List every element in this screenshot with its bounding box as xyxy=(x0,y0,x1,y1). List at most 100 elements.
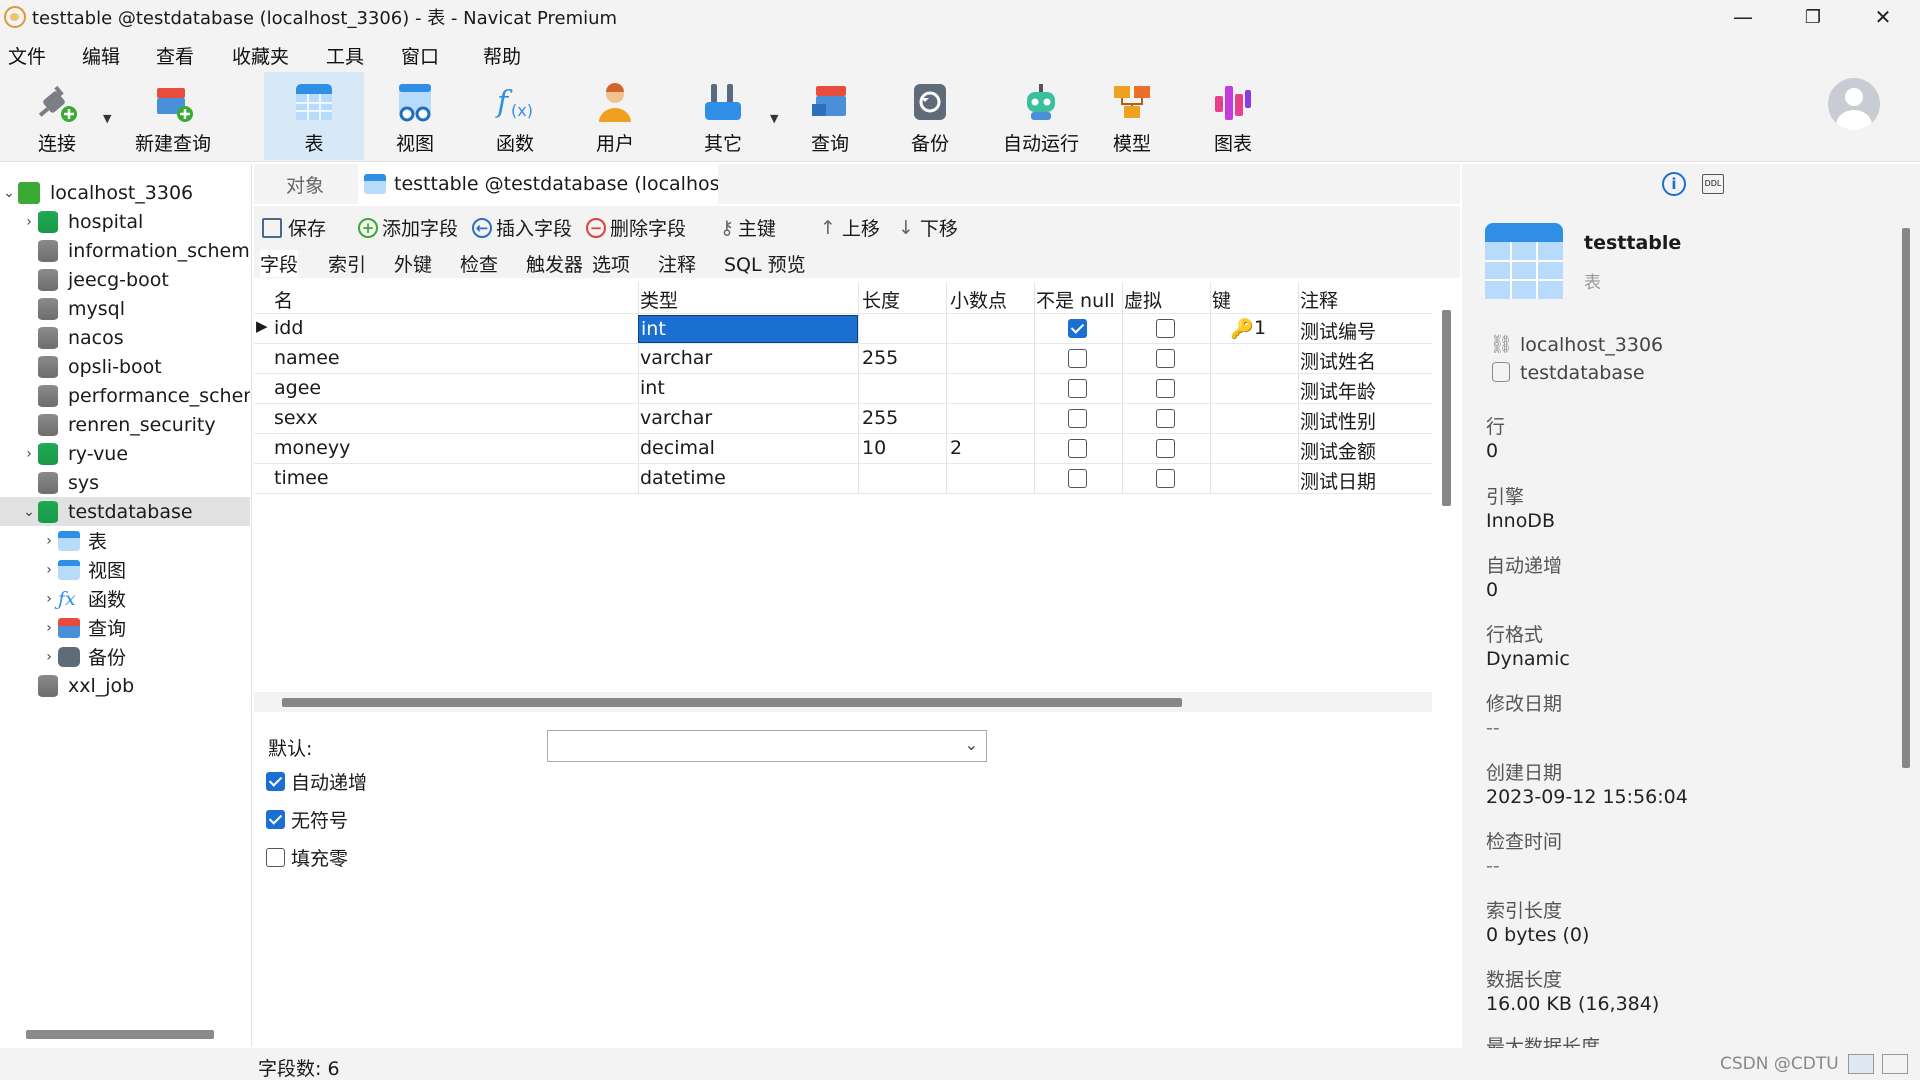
chevron-right-icon[interactable]: › xyxy=(20,446,38,462)
tree-db[interactable]: information_schema xyxy=(0,236,250,265)
grid-horizontal-scrollbar[interactable] xyxy=(282,698,1182,707)
unsigned-checkbox[interactable] xyxy=(266,810,285,829)
field-comment[interactable]: 测试性别 xyxy=(1300,407,1376,434)
primary-key-button[interactable]: ⚷ 主键 xyxy=(720,214,776,241)
tree-db[interactable]: jeecg-boot xyxy=(0,265,250,294)
field-comment[interactable]: 测试编号 xyxy=(1300,317,1376,344)
table-row[interactable]: ▶ idd int 🔑 1 测试编号 xyxy=(254,314,1432,344)
tab-sql-preview[interactable]: SQL 预览 xyxy=(724,250,806,277)
chevron-right-icon[interactable]: › xyxy=(20,214,38,230)
new-query-button[interactable]: 新建查询 xyxy=(118,72,228,160)
tree-horizontal-scrollbar[interactable] xyxy=(26,1030,214,1039)
table-row[interactable]: agee int 测试年龄 xyxy=(254,374,1432,404)
tab-indexes[interactable]: 索引 xyxy=(328,250,366,277)
field-comment[interactable]: 测试日期 xyxy=(1300,467,1376,494)
tree-db[interactable]: performance_schem xyxy=(0,381,250,410)
backup-button[interactable]: 备份 xyxy=(890,72,970,160)
tree-db[interactable]: mysql xyxy=(0,294,250,323)
table-button[interactable]: 表 xyxy=(264,72,364,160)
query-button[interactable]: 查询 xyxy=(790,72,870,160)
minimize-button[interactable]: — xyxy=(1710,0,1776,34)
tree-child-views[interactable]: › 视图 xyxy=(0,555,250,584)
tab-foreign-keys[interactable]: 外键 xyxy=(394,250,432,277)
table-row[interactable]: moneyy decimal 10 2 测试金额 xyxy=(254,434,1432,464)
field-name[interactable]: moneyy xyxy=(274,437,350,459)
delete-field-button[interactable]: − 删除字段 xyxy=(586,214,686,241)
tree-child-tables[interactable]: › 表 xyxy=(0,526,250,555)
move-up-button[interactable]: ↑ 上移 xyxy=(820,214,880,241)
menu-favorites[interactable]: 收藏夹 xyxy=(232,42,289,69)
field-decimals[interactable]: 2 xyxy=(950,437,962,459)
field-length[interactable]: 10 xyxy=(862,437,886,459)
info-icon[interactable]: i xyxy=(1662,172,1686,196)
chevron-right-icon[interactable]: › xyxy=(40,533,58,549)
chart-button[interactable]: 图表 xyxy=(1192,72,1274,160)
table-row[interactable]: timee datetime 测试日期 xyxy=(254,464,1432,494)
tree-db[interactable]: xxl_job xyxy=(0,671,250,700)
field-comment[interactable]: 测试姓名 xyxy=(1300,347,1376,374)
info-vertical-scrollbar[interactable] xyxy=(1902,228,1910,768)
not-null-checkbox[interactable] xyxy=(1068,379,1087,398)
save-button[interactable]: 保存 xyxy=(262,214,326,241)
not-null-checkbox[interactable] xyxy=(1068,349,1087,368)
field-name[interactable]: agee xyxy=(274,377,321,399)
chevron-down-icon[interactable]: ⌄ xyxy=(0,185,18,201)
menu-view[interactable]: 查看 xyxy=(156,42,194,69)
field-type[interactable]: varchar xyxy=(640,407,712,429)
menu-edit[interactable]: 编辑 xyxy=(82,42,120,69)
tree-db[interactable]: › hospital xyxy=(0,207,250,236)
virtual-checkbox[interactable] xyxy=(1156,469,1175,488)
other-dropdown-arrow-icon[interactable]: ▼ xyxy=(770,112,778,125)
auto-increment-option[interactable]: 自动递增 xyxy=(266,768,367,795)
tab-options[interactable]: 选项 xyxy=(592,250,630,277)
field-length[interactable]: 255 xyxy=(862,347,898,369)
close-button[interactable]: ✕ xyxy=(1850,0,1916,34)
not-null-checkbox[interactable] xyxy=(1068,409,1087,428)
tree-child-queries[interactable]: › 查询 xyxy=(0,613,250,642)
field-name[interactable]: idd xyxy=(274,317,303,339)
menu-window[interactable]: 窗口 xyxy=(401,42,439,69)
field-name[interactable]: timee xyxy=(274,467,329,489)
field-comment[interactable]: 测试年龄 xyxy=(1300,377,1376,404)
field-type[interactable]: datetime xyxy=(640,467,726,489)
move-down-button[interactable]: ↓ 下移 xyxy=(898,214,958,241)
view-button[interactable]: 视图 xyxy=(370,72,460,160)
tree-child-functions[interactable]: › ƒx 函数 xyxy=(0,584,250,613)
chevron-right-icon[interactable]: › xyxy=(40,649,58,665)
avatar[interactable] xyxy=(1828,78,1880,130)
auto-run-button[interactable]: 自动运行 xyxy=(990,72,1092,160)
user-button[interactable]: 用户 xyxy=(570,72,660,160)
zerofill-option[interactable]: 填充零 xyxy=(266,844,348,871)
chevron-right-icon[interactable]: › xyxy=(40,562,58,578)
field-name[interactable]: namee xyxy=(274,347,340,369)
tree-db[interactable]: nacos xyxy=(0,323,250,352)
maximize-button[interactable]: ❐ xyxy=(1780,0,1846,34)
grid-view-icon[interactable] xyxy=(1848,1054,1874,1074)
model-button[interactable]: 模型 xyxy=(1092,72,1172,160)
tab-triggers[interactable]: 触发器 xyxy=(526,250,583,277)
tab-comments[interactable]: 注释 xyxy=(658,250,696,277)
not-null-checkbox[interactable] xyxy=(1068,319,1087,338)
tab-testtable[interactable]: testtable @testdatabase (localhost_... xyxy=(358,164,718,204)
tab-checks[interactable]: 检查 xyxy=(460,250,498,277)
field-comment[interactable]: 测试金额 xyxy=(1300,437,1376,464)
tab-objects[interactable]: 对象 xyxy=(254,164,356,204)
not-null-checkbox[interactable] xyxy=(1068,439,1087,458)
virtual-checkbox[interactable] xyxy=(1156,439,1175,458)
tree-connection[interactable]: ⌄ localhost_3306 xyxy=(0,178,250,207)
virtual-checkbox[interactable] xyxy=(1156,319,1175,338)
menu-help[interactable]: 帮助 xyxy=(483,42,521,69)
other-button[interactable]: 其它 xyxy=(680,72,766,160)
field-type[interactable]: int xyxy=(640,377,665,399)
field-type[interactable]: decimal xyxy=(640,437,715,459)
tree-db[interactable]: › ry-vue xyxy=(0,439,250,468)
auto-increment-checkbox[interactable] xyxy=(266,772,285,791)
connect-button[interactable]: 连接 xyxy=(18,72,96,160)
default-value-select[interactable]: ⌄ xyxy=(547,730,987,762)
tree-db[interactable]: renren_security xyxy=(0,410,250,439)
chevron-right-icon[interactable]: › xyxy=(40,591,58,607)
virtual-checkbox[interactable] xyxy=(1156,349,1175,368)
type-cell-selected[interactable]: int xyxy=(638,315,858,343)
chevron-right-icon[interactable]: › xyxy=(40,620,58,636)
tree-db-selected[interactable]: ⌄ testdatabase xyxy=(0,497,250,526)
